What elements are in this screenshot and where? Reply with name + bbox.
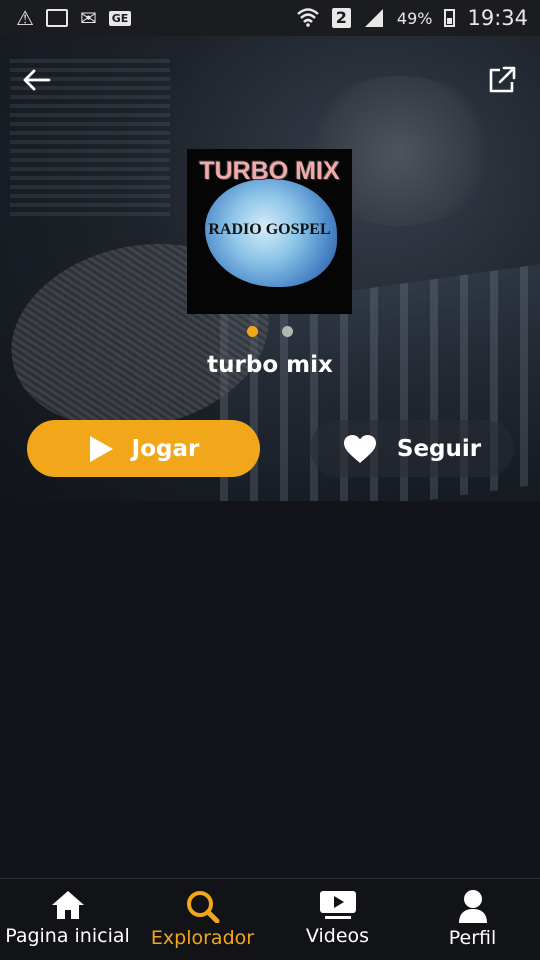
- nav-profile[interactable]: Perfil: [405, 879, 540, 960]
- station-hero: TURBO MIX RADIO GOSPEL turbo mix Jogar S…: [0, 36, 540, 501]
- home-icon: [51, 891, 84, 919]
- status-bar: ⚠ ✉ GE 2 49% 19:34: [0, 0, 540, 36]
- wifi-icon: [296, 7, 320, 30]
- clock: 19:34: [467, 6, 528, 30]
- back-arrow-icon: [23, 69, 51, 91]
- carousel-dot-active[interactable]: [247, 326, 258, 337]
- sim-icon: 2: [331, 8, 351, 28]
- carousel-dots: [0, 326, 540, 337]
- nav-videos-label: Videos: [305, 925, 370, 947]
- ge-icon: GE: [108, 10, 132, 26]
- signal-icon: [363, 7, 385, 30]
- cover-subtitle: RADIO GOSPEL: [208, 221, 331, 238]
- station-name: turbo mix: [207, 352, 333, 378]
- battery-percent: 49%: [396, 8, 433, 28]
- share-button[interactable]: [484, 62, 520, 98]
- profile-icon: [458, 890, 487, 923]
- nav-explore-label: Explorador: [150, 927, 255, 949]
- mail-icon: ✉: [79, 6, 97, 30]
- bottom-nav: Pagina inicial Explorador Videos Perfil: [0, 878, 540, 960]
- nav-profile-label: Perfil: [448, 927, 497, 949]
- search-icon: [186, 891, 219, 923]
- video-icon: [319, 891, 356, 919]
- nav-home-label: Pagina inicial: [5, 925, 130, 947]
- nav-explore[interactable]: Explorador: [135, 879, 270, 960]
- follow-button[interactable]: Seguir: [310, 420, 514, 477]
- station-cover: TURBO MIX RADIO GOSPEL: [187, 149, 352, 314]
- external-link-icon: [489, 66, 516, 93]
- carousel-dot[interactable]: [282, 326, 293, 337]
- back-button[interactable]: [18, 62, 54, 98]
- nav-videos[interactable]: Videos: [270, 879, 405, 960]
- battery-icon: [444, 9, 456, 27]
- cover-title: TURBO MIX: [199, 157, 340, 185]
- heart-icon: [343, 434, 376, 463]
- follow-label: Seguir: [396, 435, 482, 462]
- play-label: Jogar: [131, 435, 200, 462]
- gallery-icon: [45, 9, 68, 27]
- warning-icon: ⚠: [16, 6, 34, 30]
- play-button[interactable]: Jogar: [27, 420, 260, 477]
- nav-home[interactable]: Pagina inicial: [0, 879, 135, 960]
- play-icon: [89, 435, 113, 462]
